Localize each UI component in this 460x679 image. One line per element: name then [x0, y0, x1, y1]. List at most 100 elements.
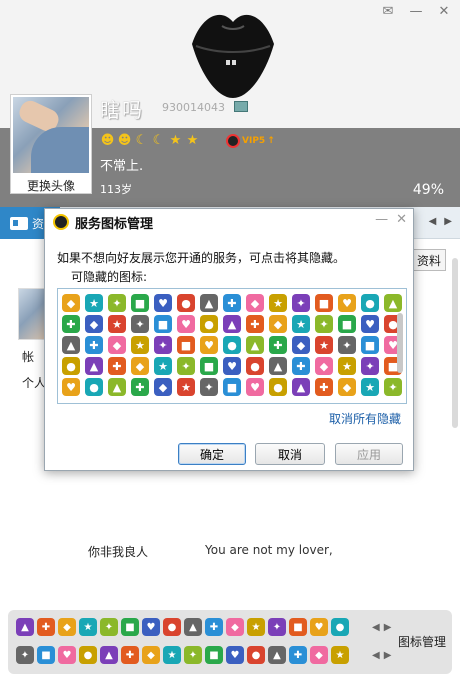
service-icon[interactable]: ♥: [246, 378, 264, 396]
service-icon[interactable]: ●: [246, 357, 264, 375]
service-icon[interactable]: ✚: [108, 357, 126, 375]
service-icon[interactable]: ◆: [108, 336, 126, 354]
service-icon[interactable]: ■: [338, 315, 356, 333]
level-icons[interactable]: ☻ ☻ ☾ ☾ ★ ★: [100, 133, 200, 148]
service-icon[interactable]: ★: [108, 315, 126, 333]
change-avatar-link[interactable]: 更换头像: [13, 177, 89, 194]
service-icon[interactable]: ■: [200, 357, 218, 375]
service-icon[interactable]: ■: [177, 336, 195, 354]
service-icon[interactable]: ♥: [58, 646, 76, 664]
service-icon[interactable]: ♥: [177, 315, 195, 333]
signature[interactable]: 不常上.: [100, 155, 143, 174]
service-icon[interactable]: ✦: [16, 646, 34, 664]
tray-left-arrow-icon[interactable]: ◀: [372, 650, 380, 661]
service-icon[interactable]: ●: [247, 646, 265, 664]
minimize-button[interactable]: —: [404, 2, 428, 20]
service-icon[interactable]: ▲: [85, 357, 103, 375]
service-icon[interactable]: ■: [223, 378, 241, 396]
service-icon[interactable]: ●: [85, 378, 103, 396]
service-icon[interactable]: ◆: [269, 315, 287, 333]
service-icon[interactable]: ✦: [361, 357, 379, 375]
service-icon[interactable]: ♥: [361, 315, 379, 333]
service-icon[interactable]: ★: [292, 315, 310, 333]
service-icon[interactable]: ✦: [177, 357, 195, 375]
service-icon[interactable]: ♥: [226, 646, 244, 664]
service-icon[interactable]: ◆: [310, 646, 328, 664]
service-icon[interactable]: ✦: [268, 618, 286, 636]
service-icon[interactable]: ★: [247, 618, 265, 636]
service-icon[interactable]: ★: [177, 378, 195, 396]
service-icon[interactable]: ✦: [100, 618, 118, 636]
service-icon[interactable]: ◆: [246, 294, 264, 312]
service-icon[interactable]: ■: [131, 294, 149, 312]
icon-panel-scrollbar[interactable]: [396, 293, 404, 401]
service-icon[interactable]: ●: [331, 618, 349, 636]
dialog-minimize-button[interactable]: —: [375, 212, 388, 227]
service-icon[interactable]: ✚: [37, 618, 55, 636]
service-icon[interactable]: ■: [361, 336, 379, 354]
tray-left-arrow-icon[interactable]: ◀: [372, 622, 380, 633]
ok-button[interactable]: 确定: [178, 443, 246, 465]
service-icon[interactable]: ■: [289, 618, 307, 636]
service-icon[interactable]: ◆: [142, 646, 160, 664]
service-icon[interactable]: ◆: [315, 357, 333, 375]
service-icon[interactable]: ★: [79, 618, 97, 636]
service-icon[interactable]: ✚: [205, 618, 223, 636]
service-icon[interactable]: ✚: [131, 378, 149, 396]
service-icon[interactable]: ▲: [268, 646, 286, 664]
service-icon[interactable]: ♥: [154, 294, 172, 312]
service-icon[interactable]: ♥: [200, 336, 218, 354]
service-icon[interactable]: ✦: [200, 378, 218, 396]
service-icon[interactable]: ●: [223, 336, 241, 354]
unhide-all-link[interactable]: 取消所有隐藏: [329, 410, 401, 427]
tray-right-arrow-icon[interactable]: ▶: [384, 622, 392, 633]
service-icon[interactable]: ▲: [108, 378, 126, 396]
icon-management-link[interactable]: 图标管理: [398, 633, 446, 650]
cancel-button[interactable]: 取消: [255, 443, 325, 465]
service-icon[interactable]: ■: [315, 294, 333, 312]
service-icon[interactable]: ✦: [154, 336, 172, 354]
service-icon[interactable]: ♥: [223, 357, 241, 375]
service-icon[interactable]: ♥: [310, 618, 328, 636]
service-icon[interactable]: ▲: [292, 378, 310, 396]
service-icon[interactable]: ✦: [184, 646, 202, 664]
service-icon[interactable]: ▲: [269, 357, 287, 375]
service-icon[interactable]: ✚: [62, 315, 80, 333]
tray-right-arrow-icon[interactable]: ▶: [384, 650, 392, 661]
service-icon[interactable]: ★: [361, 378, 379, 396]
service-icon[interactable]: ◆: [292, 336, 310, 354]
service-icon[interactable]: ■: [154, 315, 172, 333]
service-icon[interactable]: ★: [131, 336, 149, 354]
service-icon[interactable]: ▲: [223, 315, 241, 333]
service-icon[interactable]: ✚: [315, 378, 333, 396]
service-icon[interactable]: ●: [269, 378, 287, 396]
service-icon[interactable]: ✚: [223, 294, 241, 312]
service-icon[interactable]: ★: [338, 357, 356, 375]
service-icon[interactable]: ◆: [154, 378, 172, 396]
tab-right-arrow-icon[interactable]: ▶: [444, 216, 452, 227]
qq-card-icon[interactable]: [234, 101, 248, 112]
service-icon[interactable]: ★: [331, 646, 349, 664]
service-icon[interactable]: ◆: [58, 618, 76, 636]
service-icon[interactable]: ◆: [226, 618, 244, 636]
service-icon[interactable]: ✚: [269, 336, 287, 354]
service-icon[interactable]: ✚: [292, 357, 310, 375]
service-icon[interactable]: ✚: [85, 336, 103, 354]
service-icon[interactable]: ◆: [85, 315, 103, 333]
service-icon[interactable]: ▲: [100, 646, 118, 664]
service-icon[interactable]: ★: [163, 646, 181, 664]
service-icon[interactable]: ■: [205, 646, 223, 664]
service-icon[interactable]: ●: [361, 294, 379, 312]
mail-icon[interactable]: ✉: [376, 2, 400, 20]
main-scrollbar[interactable]: [452, 258, 458, 428]
service-icon[interactable]: ✚: [289, 646, 307, 664]
service-icon[interactable]: ▲: [184, 618, 202, 636]
service-icon[interactable]: ■: [121, 618, 139, 636]
service-icon[interactable]: ♥: [62, 378, 80, 396]
service-icon[interactable]: ▲: [62, 336, 80, 354]
service-icon[interactable]: ✚: [121, 646, 139, 664]
service-icon[interactable]: ◆: [338, 378, 356, 396]
service-icon[interactable]: ●: [163, 618, 181, 636]
avatar[interactable]: [13, 97, 89, 173]
service-icon[interactable]: ✦: [338, 336, 356, 354]
